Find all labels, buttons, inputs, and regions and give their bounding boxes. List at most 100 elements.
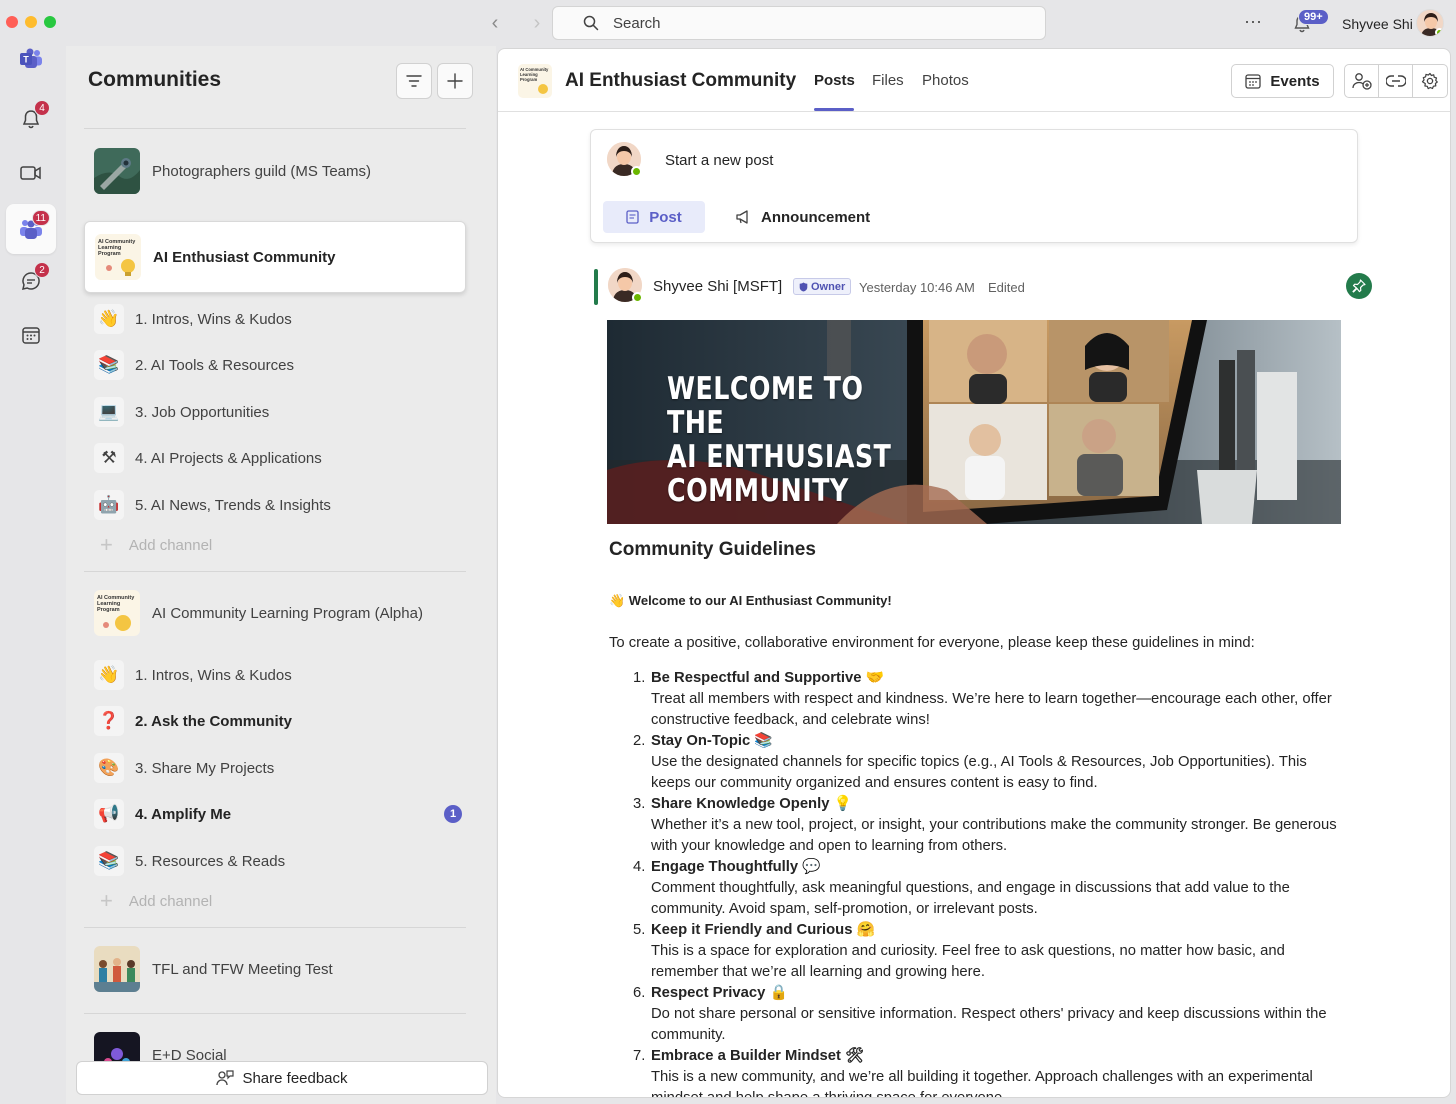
guideline-text: This is a new community, and we’re all b… xyxy=(651,1069,1313,1098)
search-input[interactable]: Search xyxy=(552,6,1046,40)
community-tfl-tfw[interactable]: TFL and TFW Meeting Test xyxy=(84,933,466,1005)
rail-chat[interactable]: 2 xyxy=(6,256,56,306)
books-icon: 📚 xyxy=(94,846,124,876)
pane-title: Communities xyxy=(88,68,222,91)
guideline-title: Stay On-Topic 📚 xyxy=(651,733,773,749)
tab-photos[interactable]: Photos xyxy=(922,72,969,89)
guideline-title: Engage Thoughtfully 💬 xyxy=(651,859,821,875)
item-number: 1. xyxy=(633,670,646,686)
user-avatar[interactable] xyxy=(1416,9,1444,37)
presence-available-icon xyxy=(632,292,643,303)
channel-label: 3. Job Opportunities xyxy=(135,403,270,421)
channel-view: AI Community Learning Program AI Enthusias… xyxy=(497,48,1451,1098)
channel-label: 5. Resources & Reads xyxy=(135,852,286,870)
new-post-input[interactable]: Start a new post xyxy=(665,152,773,169)
community-ai-learning-program[interactable]: AI Community Learning Program AI Community… xyxy=(84,577,466,649)
link-icon xyxy=(1385,75,1406,87)
channel-jobs[interactable]: 💻 3. Job Opportunities xyxy=(94,396,466,428)
pin-icon xyxy=(1352,279,1366,293)
add-channel-button[interactable]: + Add channel xyxy=(100,888,212,914)
filter-button[interactable] xyxy=(396,63,432,99)
owner-shield-icon xyxy=(799,282,808,291)
svg-text:Program: Program xyxy=(97,607,120,613)
guideline-item: 2. Stay On-Topic 📚 Use the designated chan… xyxy=(609,731,1344,794)
back-arrow-icon[interactable]: ‹ xyxy=(484,12,506,35)
rail-meet[interactable] xyxy=(6,148,56,198)
divider xyxy=(84,1013,466,1014)
post-label: Post xyxy=(649,208,682,226)
community-ai-enthusiast[interactable]: AI Community Learning Program AI Enthusias… xyxy=(84,221,466,293)
user-name[interactable]: Shyvee Shi xyxy=(1342,16,1413,32)
post-timestamp: Yesterday 10:46 AM xyxy=(859,280,975,295)
people-feedback-icon xyxy=(216,1070,235,1086)
channel-ai-news[interactable]: 🤖 5. AI News, Trends & Insights xyxy=(94,489,466,521)
settings-button[interactable] xyxy=(1413,65,1447,97)
banner-line: COMMUNITY xyxy=(667,473,849,509)
guideline-item: 5. Keep it Friendly and Curious 🤗 This is … xyxy=(609,920,1344,983)
community-avatar xyxy=(94,148,140,194)
post-body: Community Guidelines 👋 Welcome to our AI… xyxy=(609,539,1344,1098)
more-options-icon[interactable]: ⋯ xyxy=(1244,12,1263,33)
events-label: Events xyxy=(1270,72,1320,90)
rail-activity[interactable]: 4 xyxy=(6,94,56,144)
close-window-button[interactable] xyxy=(6,16,18,28)
rail-communities[interactable]: 11 xyxy=(6,204,56,254)
channel-resources[interactable]: 📚 5. Resources & Reads xyxy=(94,845,466,877)
zoom-window-button[interactable] xyxy=(44,16,56,28)
header-actions xyxy=(1344,64,1448,98)
minimize-window-button[interactable] xyxy=(25,16,37,28)
community-photographers-guild[interactable]: Photographers guild (MS Teams) xyxy=(84,135,466,207)
window-controls xyxy=(6,16,56,28)
channel-intros[interactable]: 👋 1. Intros, Wins & Kudos xyxy=(94,303,466,335)
events-button[interactable]: Events xyxy=(1231,64,1334,98)
community-name: AI Enthusiast Community xyxy=(153,248,336,266)
plus-icon: + xyxy=(100,888,113,913)
channel-label: 4. Amplify Me xyxy=(135,805,232,823)
calendar-icon xyxy=(22,327,40,344)
guideline-item: 4. Engage Thoughtfully 💬 Comment thoughtfu… xyxy=(609,857,1344,920)
guideline-item: 3. Share Knowledge Openly 💡 Whether it’s a… xyxy=(609,794,1344,857)
post-heading: Community Guidelines xyxy=(609,539,816,560)
channel-amplify-me[interactable]: 📢 4. Amplify Me 1 xyxy=(94,798,466,830)
welcome-line: 👋 Welcome to our AI Enthusiast Community… xyxy=(609,593,892,608)
copy-link-button[interactable] xyxy=(1379,65,1413,97)
channel-share-projects[interactable]: 🎨 3. Share My Projects xyxy=(94,752,466,784)
pin-button[interactable] xyxy=(1346,273,1372,299)
channel-intros-2[interactable]: 👋 1. Intros, Wins & Kudos xyxy=(94,659,466,691)
community-logo: AI Community Learning Program xyxy=(518,64,552,98)
guideline-text: Treat all members with respect and kindn… xyxy=(651,691,1332,728)
post-button[interactable]: Post xyxy=(603,201,705,233)
channel-label: 3. Share My Projects xyxy=(135,759,275,777)
item-number: 6. xyxy=(633,985,646,1001)
post-author[interactable]: Shyvee Shi [MSFT] xyxy=(653,278,782,295)
channel-ai-tools[interactable]: 📚 2. AI Tools & Resources xyxy=(94,349,466,381)
history-nav: ‹ › xyxy=(484,12,548,35)
announcement-button[interactable]: Announcement xyxy=(735,201,870,233)
share-feedback-button[interactable]: Share feedback xyxy=(76,1061,488,1095)
activity-badge: 4 xyxy=(34,100,50,116)
presence-available-icon xyxy=(631,166,642,177)
divider xyxy=(84,571,466,572)
guideline-text: Comment thoughtfully, ask meaningful que… xyxy=(651,880,1290,917)
channel-label: 5. AI News, Trends & Insights xyxy=(135,496,331,514)
guideline-item: 7. Embrace a Builder Mindset 🛠 This is a n… xyxy=(609,1046,1344,1098)
guideline-text: Do not share personal or sensitive infor… xyxy=(651,1006,1327,1043)
add-community-button[interactable] xyxy=(437,63,473,99)
waving-hand-icon: 👋 xyxy=(94,304,124,334)
tab-files[interactable]: Files xyxy=(872,72,904,89)
svg-text:T: T xyxy=(23,55,29,65)
add-channel-button[interactable]: + Add channel xyxy=(100,532,212,558)
add-member-button[interactable] xyxy=(1345,65,1379,97)
guidelines-list: 1. Be Respectful and Supportive 🤝 Treat al… xyxy=(609,668,1344,1098)
owner-badge: Owner xyxy=(793,278,852,295)
tab-posts[interactable]: Posts xyxy=(814,72,855,89)
intro-text: To create a positive, collaborative envi… xyxy=(609,635,1255,651)
forward-arrow-icon[interactable]: › xyxy=(526,12,548,35)
banner-heading: WELCOME TO THE AI ENTHUSIAST COMMUNITY xyxy=(667,372,897,508)
channel-ask-community[interactable]: ❓ 2. Ask the Community xyxy=(94,705,466,737)
rail-calendar[interactable] xyxy=(6,310,56,360)
channel-ai-projects[interactable]: ⚒ 4. AI Projects & Applications xyxy=(94,442,466,474)
pinned-post-indicator xyxy=(594,269,598,305)
plus-icon xyxy=(447,73,463,89)
community-avatar xyxy=(94,946,140,992)
